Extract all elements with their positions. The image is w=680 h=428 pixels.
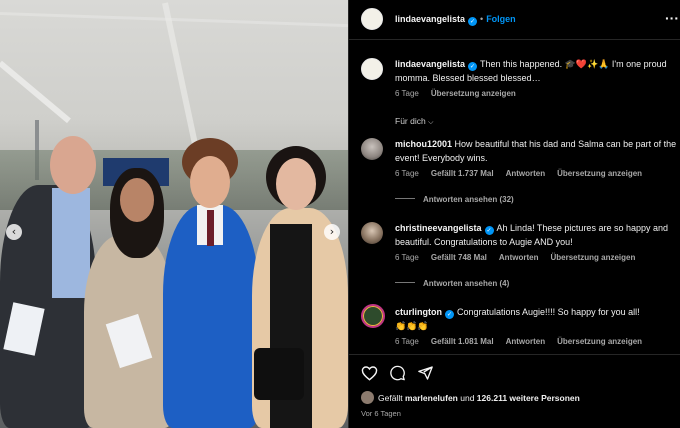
heart-icon[interactable] — [361, 365, 378, 381]
comment-age: 6 Tage — [395, 337, 419, 346]
likes-mid: und — [460, 393, 475, 403]
comment-likes[interactable]: Gefällt 748 Mal — [431, 253, 487, 262]
tent-beam — [0, 60, 71, 124]
liker-username[interactable]: marlenelufen — [405, 393, 458, 403]
handbag — [254, 348, 304, 400]
chevron-right-icon[interactable]: › — [324, 224, 340, 240]
likes-prefix: Gefällt — [378, 393, 403, 403]
comment-item: christineevangelista ✓ Ah Linda! These pic… — [395, 222, 677, 249]
view-replies-button[interactable]: Antworten ansehen (4) — [395, 279, 509, 288]
commenter-avatar[interactable] — [361, 304, 385, 328]
post-photo[interactable]: ‹ › — [0, 0, 348, 428]
verified-badge-icon: ✓ — [468, 17, 478, 26]
comment-username[interactable]: michou12001 — [395, 139, 452, 149]
commenter-avatar[interactable] — [361, 138, 383, 160]
comment-username[interactable]: cturlington — [395, 307, 442, 317]
separator-dot: • — [480, 14, 484, 24]
person-head — [50, 136, 96, 194]
view-replies-label: Antworten ansehen (4) — [423, 279, 510, 288]
comment-text: Congratulations Augie!!!! So happy for y… — [457, 307, 640, 317]
filter-label: Für dich — [395, 116, 426, 126]
author-avatar[interactable] — [361, 8, 383, 30]
translate-link[interactable]: Übersetzung anzeigen — [557, 337, 642, 346]
verified-badge-icon: ✓ — [445, 310, 454, 319]
comment-meta: 6 Tage Gefällt 1.081 Mal Antworten Übersetz… — [395, 337, 654, 346]
comment-age: 6 Tage — [395, 253, 419, 262]
reply-button[interactable]: Antworten — [506, 337, 546, 346]
comment-item: michou12001 How beautiful that his dad a… — [395, 138, 677, 165]
tie — [207, 210, 214, 246]
translate-link[interactable]: Übersetzung anzeigen — [557, 169, 642, 178]
post-actions-bar: Gefällt marlenelufen und 126.211 weitere… — [349, 354, 680, 428]
comment-username[interactable]: christineevangelista — [395, 223, 482, 233]
comment-meta: 6 Tage Gefällt 1.737 Mal Antworten Übersetz… — [395, 169, 654, 178]
verified-badge-icon: ✓ — [484, 226, 494, 235]
person-head — [120, 178, 154, 222]
post-time: Vor 6 Tagen — [361, 409, 401, 418]
header-user-line: lindaevangelista ✓ • Folgen — [395, 14, 516, 26]
likes-summary[interactable]: Gefällt marlenelufen und 126.211 weitere… — [378, 393, 580, 403]
person-head — [190, 156, 230, 208]
view-replies-label: Antworten ansehen (32) — [423, 195, 514, 204]
follow-button[interactable]: Folgen — [486, 14, 516, 24]
author-avatar[interactable] — [361, 58, 383, 80]
replies-line — [395, 198, 415, 199]
tent-beam — [0, 12, 348, 28]
share-icon[interactable] — [417, 365, 434, 381]
comment-item: cturlington ✓ Congratulations Augie!!!! So… — [395, 306, 677, 333]
commenter-avatar[interactable] — [361, 222, 383, 244]
caption: lindaevangelista ✓ Then this happened. 🎓❤️… — [395, 58, 680, 85]
shirt — [52, 188, 90, 298]
comment-emoji-line: 👏👏👏 — [395, 320, 429, 331]
caption-meta: 6 Tage Übersetzung anzeigen — [395, 89, 528, 98]
comment-likes[interactable]: Gefällt 1.081 Mal — [431, 337, 494, 346]
author-username[interactable]: lindaevangelista — [395, 14, 465, 24]
translate-link[interactable]: Übersetzung anzeigen — [431, 89, 516, 98]
comment-meta: 6 Tage Gefällt 748 Mal Antworten Übersetzun… — [395, 253, 647, 262]
reply-button[interactable]: Antworten — [506, 169, 546, 178]
comment-likes[interactable]: Gefällt 1.737 Mal — [431, 169, 494, 178]
person-head — [276, 158, 316, 210]
translate-link[interactable]: Übersetzung anzeigen — [550, 253, 635, 262]
more-options-icon[interactable]: ··· — [665, 10, 679, 26]
caption-age: 6 Tage — [395, 89, 419, 98]
likes-count[interactable]: 126.211 weitere Personen — [477, 393, 580, 403]
comments-panel: lindaevangelista ✓ • Folgen ··· lindaevange… — [348, 0, 680, 428]
comment-filter-dropdown[interactable]: Für dich ⌵ — [395, 116, 433, 127]
chevron-down-icon: ⌵ — [428, 118, 434, 126]
replies-line — [395, 282, 415, 283]
post-header: lindaevangelista ✓ • Folgen ··· — [349, 0, 680, 40]
comment-age: 6 Tage — [395, 169, 419, 178]
verified-badge-icon: ✓ — [468, 62, 478, 71]
liker-avatar[interactable] — [361, 391, 374, 404]
comment-icon[interactable] — [389, 365, 406, 381]
reply-button[interactable]: Antworten — [499, 253, 539, 262]
chevron-left-icon[interactable]: ‹ — [6, 224, 22, 240]
caption-username[interactable]: lindaevangelista — [395, 59, 465, 69]
view-replies-button[interactable]: Antworten ansehen (32) — [395, 195, 514, 204]
